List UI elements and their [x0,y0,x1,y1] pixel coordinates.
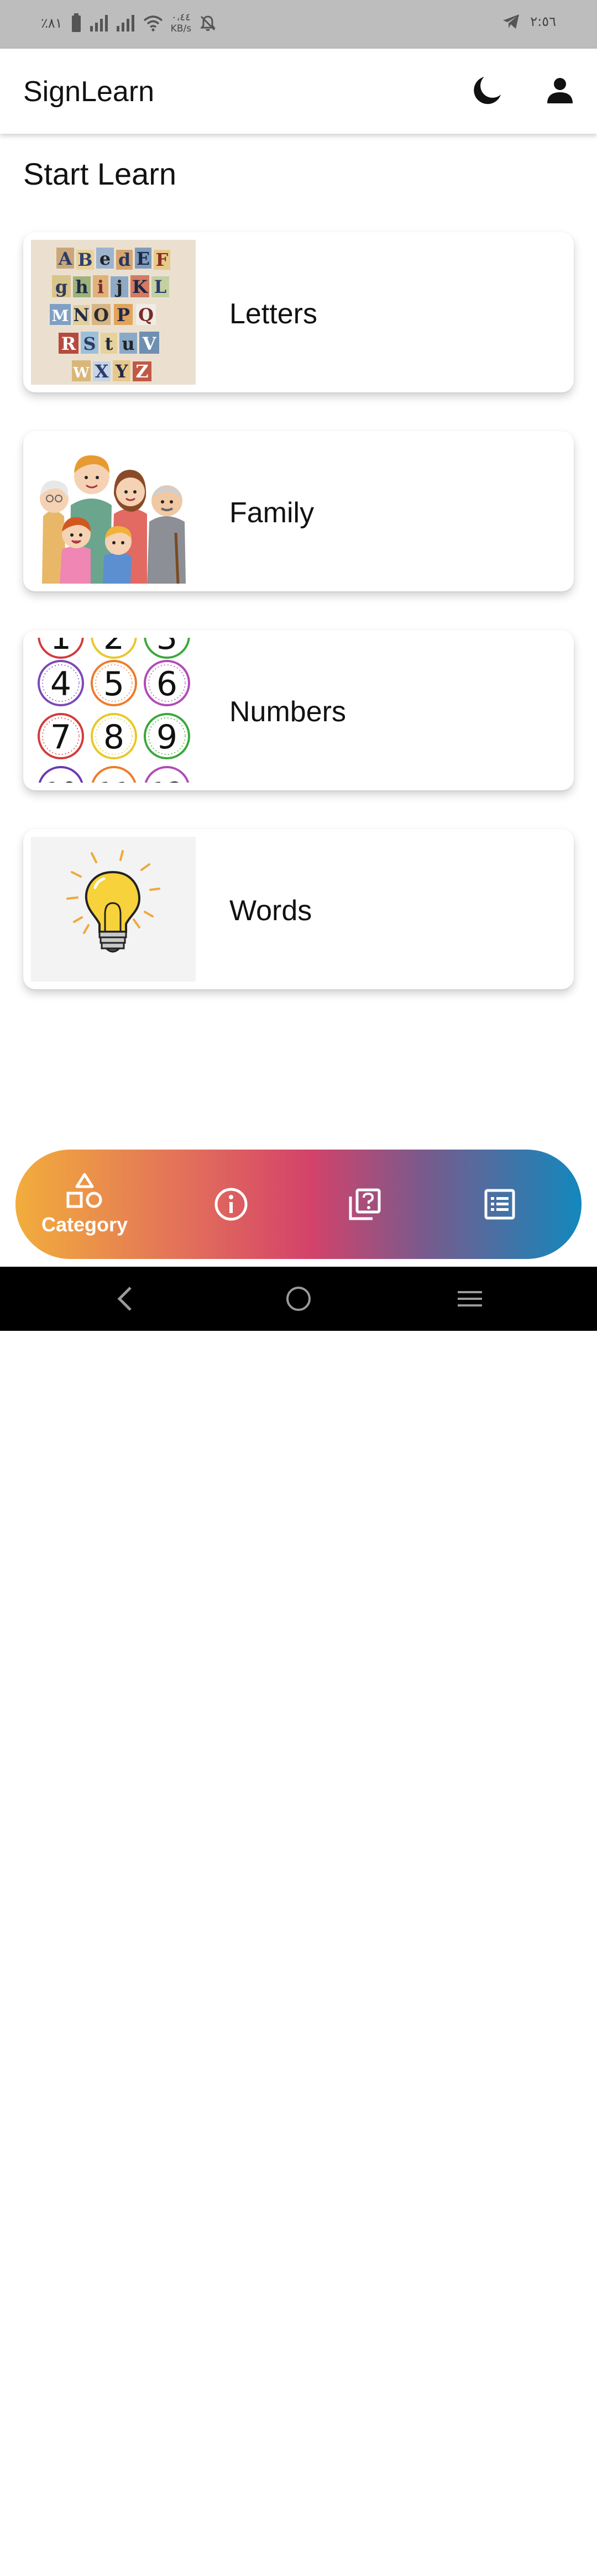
svg-text:4: 4 [50,665,71,704]
telegram-icon [503,14,520,29]
clock: ٢:٥٦ [530,14,556,29]
category-card-numbers[interactable]: 123 456 789 101112 Numbers [23,630,574,790]
network-speed-unit: KB/s [170,23,192,34]
watermark-arabic: مستقل [262,2538,329,2564]
svg-text:E: E [137,248,150,269]
svg-text:Y: Y [115,361,129,382]
category-label: Words [229,895,312,927]
svg-text:d: d [118,249,130,270]
section-title: Start Learn [23,156,177,191]
watermark-latin: mostaql.com [260,2563,332,2576]
svg-text:2: 2 [103,638,124,657]
category-label: Family [229,497,315,529]
network-speed: ٠،٤٤ KB/s [170,12,192,35]
status-bar: ٪٨١ ٠،٤٤ KB/s ٢:٥٦ [0,0,597,49]
svg-text:S: S [83,333,96,354]
nav-category-label: Category [41,1213,128,1236]
back-button[interactable] [111,1283,142,1314]
info-icon [214,1188,248,1221]
svg-text:K: K [132,276,148,297]
svg-text:B: B [77,249,92,270]
svg-text:5: 5 [103,665,124,704]
svg-text:10: 10 [44,777,77,783]
words-image [31,837,196,982]
svg-text:u: u [122,333,134,354]
svg-text:g: g [55,276,67,297]
list-icon [484,1189,515,1220]
app-title: SignLearn [23,76,155,108]
category-card-letters[interactable]: A B e d E F g h i j K L M N O P Q R S t [23,232,574,392]
svg-text:L: L [154,276,167,297]
svg-text:12: 12 [150,777,184,783]
category-label: Letters [229,298,317,330]
svg-text:t: t [105,333,113,354]
shapes-icon [66,1173,102,1208]
signal-icon-2 [116,15,134,32]
svg-text:7: 7 [50,718,71,757]
letters-image: A B e d E F g h i j K L M N O P Q R S t [31,240,196,385]
menu-icon [458,1291,482,1307]
svg-text:11: 11 [97,777,130,783]
recents-button[interactable] [454,1283,485,1314]
watermark: مستقل mostaql.com [260,2539,332,2575]
category-card-words[interactable]: Words [23,829,574,989]
home-button[interactable] [283,1283,314,1314]
svg-text:N: N [73,305,89,326]
svg-text:F: F [156,249,169,270]
svg-text:O: O [93,305,109,326]
home-icon [286,1287,311,1311]
person-icon [547,78,573,103]
svg-text:1: 1 [50,638,71,657]
app-bar: SignLearn [0,49,597,134]
svg-text:e: e [100,248,111,269]
moon-icon [474,77,501,104]
svg-text:W: W [72,365,90,381]
svg-text:6: 6 [156,665,177,704]
svg-text:M: M [52,307,69,325]
back-icon [117,1287,132,1311]
svg-text:Z: Z [135,361,148,382]
svg-text:9: 9 [156,718,177,757]
quiz-icon [349,1188,381,1220]
nav-category[interactable]: Category [32,1150,137,1259]
svg-text:3: 3 [156,638,177,657]
svg-text:8: 8 [103,718,124,757]
svg-text:j: j [114,276,123,297]
svg-text:R: R [61,333,76,354]
wifi-icon [143,15,163,32]
bottom-navigation: Category [15,1150,582,1259]
battery-icon [71,13,81,32]
network-speed-value: ٠،٤٤ [171,12,191,23]
system-navigation-bar: مستقل mostaql.com [0,1267,597,2575]
profile-button[interactable] [540,71,580,111]
battery-percentage: ٪٨١ [41,15,62,31]
category-card-family[interactable]: Family [23,431,574,591]
svg-text:V: V [142,333,157,354]
nav-quiz[interactable] [337,1150,392,1259]
theme-toggle-button[interactable] [467,71,507,111]
svg-text:A: A [58,248,73,269]
family-image [31,439,196,584]
numbers-image: 123 456 789 101112 [31,638,196,783]
svg-text:X: X [95,361,109,382]
svg-text:Q: Q [138,305,154,326]
svg-text:P: P [117,305,130,326]
nav-info[interactable] [203,1150,259,1259]
category-label: Numbers [229,696,346,728]
svg-text:i: i [97,276,104,297]
mute-bell-icon [200,15,216,31]
svg-text:h: h [75,276,88,297]
signal-icon [90,15,108,32]
nav-list[interactable] [472,1150,527,1259]
